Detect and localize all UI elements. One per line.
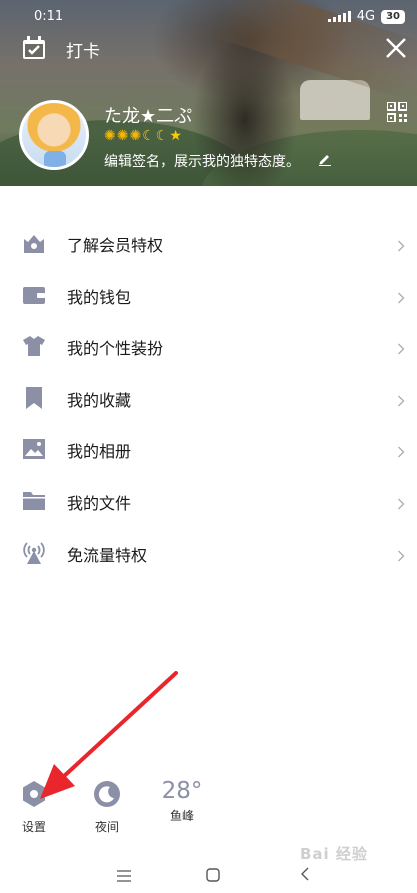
sun-badge-icon: ✺ <box>104 128 117 144</box>
crown-house-icon <box>22 231 46 255</box>
star-badge-icon: ★ <box>169 128 183 144</box>
battery-icon: 30 <box>381 9 405 24</box>
antenna-icon <box>22 541 46 565</box>
network-type: 4G <box>356 9 376 24</box>
status-time: 0:11 <box>34 9 64 24</box>
wallet-icon <box>22 283 46 307</box>
drawer-menu: 了解会员特权 我的钱包 我的个性装扮 我的收藏 我的相册 我的文件 免流量特权 <box>0 217 417 578</box>
chevron-right-icon <box>397 237 405 256</box>
menu-item-album[interactable]: 我的相册 <box>0 423 417 475</box>
menu-label: 我的文件 <box>67 493 132 513</box>
menu-label: 我的相册 <box>67 442 132 462</box>
qr-code-icon[interactable] <box>386 101 408 126</box>
pencil-icon[interactable] <box>318 151 332 170</box>
home-square-icon[interactable] <box>206 867 220 886</box>
moon-icon <box>93 781 121 812</box>
signal-icon <box>327 11 351 22</box>
folder-icon <box>22 489 46 513</box>
weather-widget[interactable]: 28° 鱼峰 <box>160 778 204 824</box>
menu-item-favorites[interactable]: 我的收藏 <box>0 372 417 424</box>
status-bar: 0:11 4G 30 <box>0 0 417 34</box>
menu-label: 我的收藏 <box>67 390 132 410</box>
temperature: 28° <box>161 778 203 804</box>
menu-item-vip[interactable]: 了解会员特权 <box>0 217 417 269</box>
settings-hexagon-icon <box>21 781 47 812</box>
bookmark-icon <box>22 386 46 410</box>
menu-item-files[interactable]: 我的文件 <box>0 475 417 527</box>
menu-label: 我的个性装扮 <box>67 339 164 359</box>
night-label: 夜间 <box>94 820 119 834</box>
moon-badge-icon: ☾ <box>142 128 156 144</box>
chevron-right-icon <box>397 340 405 359</box>
chevron-right-icon <box>397 392 405 411</box>
menu-label: 我的钱包 <box>67 287 132 307</box>
back-chevron-icon[interactable] <box>300 866 310 885</box>
calendar-check-icon[interactable] <box>22 36 46 64</box>
profile-header: 0:11 4G 30 打卡 た龙★二ぷ ✺✺✺☾☾★ 编辑签名，展示我的独特态度… <box>0 0 417 186</box>
nickname[interactable]: た龙★二ぷ <box>104 102 192 128</box>
moon-badge-icon: ☾ <box>155 128 170 144</box>
sun-badge-icon: ✺ <box>129 128 143 144</box>
settings-button[interactable]: 设置 <box>18 780 50 835</box>
night-mode-button[interactable]: 夜间 <box>91 780 123 835</box>
menu-item-themes[interactable]: 我的个性装扮 <box>0 320 417 372</box>
sun-badge-icon: ✺ <box>116 128 130 144</box>
close-icon[interactable] <box>385 37 407 63</box>
status-indicators: 4G 30 <box>327 9 405 24</box>
chevron-right-icon <box>397 547 405 566</box>
menu-label: 了解会员特权 <box>67 236 164 255</box>
chevron-right-icon <box>397 495 405 514</box>
chevron-right-icon <box>397 443 405 462</box>
signature-text[interactable]: 编辑签名，展示我的独特态度。 <box>104 151 300 171</box>
chevron-right-icon <box>397 289 405 308</box>
avatar[interactable] <box>19 100 89 170</box>
checkin-label[interactable]: 打卡 <box>66 37 100 62</box>
settings-label: 设置 <box>21 820 46 834</box>
watermark: Bai 经验 <box>300 845 368 863</box>
menu-lines-icon[interactable] <box>117 867 131 886</box>
menu-item-free-data[interactable]: 免流量特权 <box>0 527 417 579</box>
city-label: 鱼峰 <box>169 809 194 823</box>
photo-icon <box>22 437 46 461</box>
level-badges[interactable]: ✺✺✺☾☾★ <box>104 128 183 144</box>
menu-label: 免流量特权 <box>67 545 148 565</box>
shirt-icon <box>22 334 46 358</box>
menu-item-wallet[interactable]: 我的钱包 <box>0 269 417 321</box>
